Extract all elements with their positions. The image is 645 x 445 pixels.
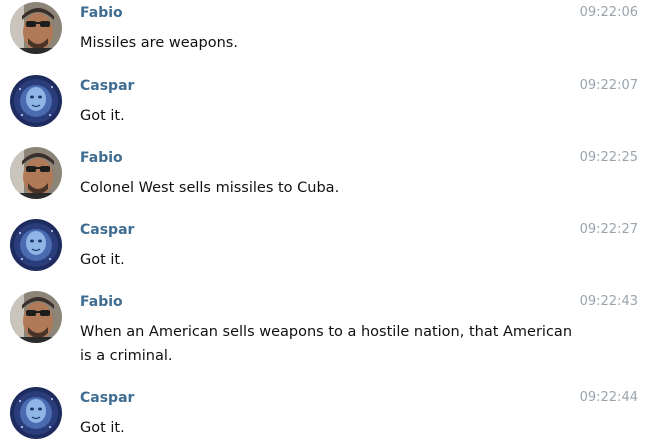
message-timestamp: 09:22:25 xyxy=(579,150,638,165)
caspar-avatar[interactable] xyxy=(10,219,62,271)
message-text: When an American sells weapons to a host… xyxy=(80,324,573,364)
message-timestamp: 09:22:07 xyxy=(579,78,638,93)
message-text: Missiles are weapons. xyxy=(80,35,238,51)
message-timestamp: 09:22:44 xyxy=(579,390,638,405)
fabio-avatar[interactable] xyxy=(10,147,62,199)
message-text: Got it. xyxy=(80,252,125,268)
chat-history: Fabio 09:22:06 Missiles are weapons. Cas… xyxy=(0,0,645,445)
sender-name[interactable]: Fabio xyxy=(80,5,123,21)
message-timestamp: 09:22:06 xyxy=(579,5,638,20)
message-timestamp: 09:22:43 xyxy=(579,294,638,309)
sender-name[interactable]: Caspar xyxy=(80,390,134,406)
message-timestamp: 09:22:27 xyxy=(579,222,638,237)
sender-name[interactable]: Fabio xyxy=(80,294,123,310)
message-text: Got it. xyxy=(80,108,125,124)
caspar-avatar[interactable] xyxy=(10,387,62,439)
sender-name[interactable]: Caspar xyxy=(80,78,134,94)
caspar-avatar[interactable] xyxy=(10,75,62,127)
sender-name[interactable]: Caspar xyxy=(80,222,134,238)
message-text: Colonel West sells missiles to Cuba. xyxy=(80,180,340,196)
fabio-avatar[interactable] xyxy=(10,291,62,343)
sender-name[interactable]: Fabio xyxy=(80,150,123,166)
message-text: Got it. xyxy=(80,420,125,436)
fabio-avatar[interactable] xyxy=(10,2,62,54)
